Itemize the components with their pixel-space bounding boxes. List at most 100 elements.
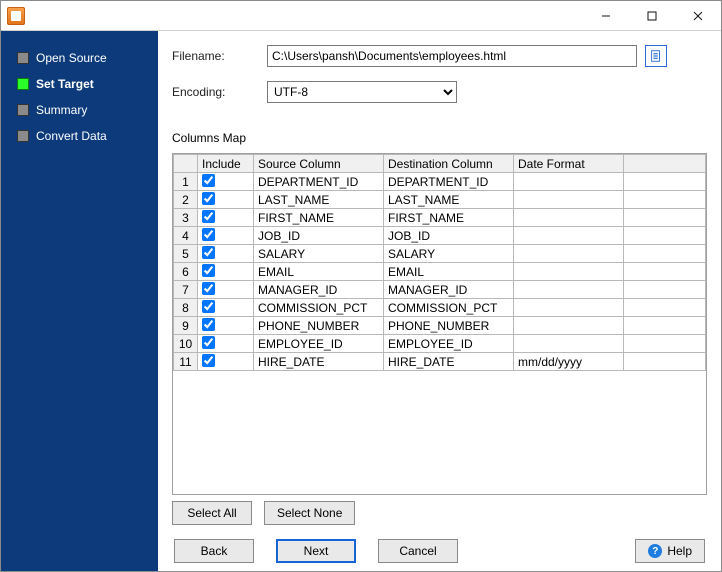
padding-cell — [624, 299, 706, 317]
date-format-cell[interactable] — [514, 227, 624, 245]
include-checkbox[interactable] — [202, 246, 215, 259]
include-checkbox[interactable] — [202, 354, 215, 367]
source-column-cell[interactable]: SALARY — [254, 245, 384, 263]
close-button[interactable] — [675, 1, 721, 30]
row-number: 9 — [174, 317, 198, 335]
sidebar-item-convert-data[interactable]: Convert Data — [1, 123, 158, 149]
table-row[interactable]: 5SALARYSALARY — [174, 245, 706, 263]
source-column-cell[interactable]: FIRST_NAME — [254, 209, 384, 227]
sidebar-item-label: Convert Data — [36, 129, 107, 143]
date-format-cell[interactable] — [514, 317, 624, 335]
table-row[interactable]: 10 EMPLOYEE_IDEMPLOYEE_ID — [174, 335, 706, 353]
include-cell — [198, 263, 254, 281]
main-panel: Filename: Encoding: UTF-8 — [158, 31, 721, 571]
table-row[interactable]: 8COMMISSION_PCTCOMMISSION_PCT — [174, 299, 706, 317]
include-cell — [198, 209, 254, 227]
source-column-cell[interactable]: EMAIL — [254, 263, 384, 281]
date-format-cell[interactable] — [514, 299, 624, 317]
source-column-cell[interactable]: HIRE_DATE — [254, 353, 384, 371]
grid-header-include[interactable]: Include — [198, 155, 254, 173]
sidebar-item-open-source[interactable]: Open Source — [1, 45, 158, 71]
source-column-cell[interactable]: PHONE_NUMBER — [254, 317, 384, 335]
include-checkbox[interactable] — [202, 264, 215, 277]
help-button[interactable]: ? Help — [635, 539, 705, 563]
date-format-cell[interactable]: mm/dd/yyyy — [514, 353, 624, 371]
help-label: Help — [667, 544, 692, 558]
table-row[interactable]: 7MANAGER_IDMANAGER_ID — [174, 281, 706, 299]
source-column-cell[interactable]: COMMISSION_PCT — [254, 299, 384, 317]
include-checkbox[interactable] — [202, 210, 215, 223]
columns-map-grid[interactable]: Include Source Column Destination Column… — [172, 153, 707, 495]
source-column-cell[interactable]: JOB_ID — [254, 227, 384, 245]
maximize-button[interactable] — [629, 1, 675, 30]
table-row[interactable]: 9 PHONE_NUMBERPHONE_NUMBER — [174, 317, 706, 335]
sidebar-item-set-target[interactable]: Set Target — [1, 71, 158, 97]
destination-column-cell[interactable]: JOB_ID — [384, 227, 514, 245]
date-format-cell[interactable] — [514, 209, 624, 227]
table-row[interactable]: 4JOB_IDJOB_ID — [174, 227, 706, 245]
destination-column-cell[interactable]: MANAGER_ID — [384, 281, 514, 299]
include-cell — [198, 227, 254, 245]
destination-column-cell[interactable]: DEPARTMENT_ID — [384, 173, 514, 191]
destination-column-cell[interactable]: SALARY — [384, 245, 514, 263]
encoding-select[interactable]: UTF-8 — [267, 81, 457, 103]
include-checkbox[interactable] — [202, 318, 215, 331]
window-controls — [583, 1, 721, 30]
destination-column-cell[interactable]: HIRE_DATE — [384, 353, 514, 371]
include-checkbox[interactable] — [202, 228, 215, 241]
source-column-cell[interactable]: LAST_NAME — [254, 191, 384, 209]
date-format-cell[interactable] — [514, 173, 624, 191]
date-format-cell[interactable] — [514, 191, 624, 209]
date-format-cell[interactable] — [514, 335, 624, 353]
titlebar — [1, 1, 721, 31]
sidebar-item-label: Summary — [36, 103, 87, 117]
date-format-cell[interactable] — [514, 263, 624, 281]
browse-button[interactable] — [645, 45, 667, 67]
padding-cell — [624, 209, 706, 227]
include-checkbox[interactable] — [202, 174, 215, 187]
back-button[interactable]: Back — [174, 539, 254, 563]
cancel-button[interactable]: Cancel — [378, 539, 458, 563]
include-checkbox[interactable] — [202, 282, 215, 295]
destination-column-cell[interactable]: LAST_NAME — [384, 191, 514, 209]
columns-map-label: Columns Map — [172, 131, 707, 145]
destination-column-cell[interactable]: EMPLOYEE_ID — [384, 335, 514, 353]
table-row[interactable]: 11HIRE_DATEHIRE_DATEmm/dd/yyyy — [174, 353, 706, 371]
include-cell — [198, 299, 254, 317]
table-row[interactable]: 2LAST_NAMELAST_NAME — [174, 191, 706, 209]
destination-column-cell[interactable]: EMAIL — [384, 263, 514, 281]
table-row[interactable]: 3FIRST_NAMEFIRST_NAME — [174, 209, 706, 227]
filename-label: Filename: — [172, 49, 267, 63]
source-column-cell[interactable]: EMPLOYEE_ID — [254, 335, 384, 353]
padding-cell — [624, 263, 706, 281]
padding-cell — [624, 245, 706, 263]
sidebar-item-summary[interactable]: Summary — [1, 97, 158, 123]
source-column-cell[interactable]: DEPARTMENT_ID — [254, 173, 384, 191]
grid-header-format[interactable]: Date Format — [514, 155, 624, 173]
file-icon — [649, 49, 663, 63]
padding-cell — [624, 281, 706, 299]
destination-column-cell[interactable]: COMMISSION_PCT — [384, 299, 514, 317]
wizard-steps-sidebar: Open SourceSet Target Summary Convert Data — [1, 31, 158, 571]
minimize-button[interactable] — [583, 1, 629, 30]
include-checkbox[interactable] — [202, 300, 215, 313]
grid-header-dest[interactable]: Destination Column — [384, 155, 514, 173]
date-format-cell[interactable] — [514, 245, 624, 263]
table-row[interactable]: 6EMAILEMAIL — [174, 263, 706, 281]
select-all-button[interactable]: Select All — [172, 501, 252, 525]
grid-header-source[interactable]: Source Column — [254, 155, 384, 173]
next-button[interactable]: Next — [276, 539, 356, 563]
filename-input[interactable] — [267, 45, 637, 67]
select-none-button[interactable]: Select None — [264, 501, 355, 525]
padding-cell — [624, 191, 706, 209]
destination-column-cell[interactable]: PHONE_NUMBER — [384, 317, 514, 335]
include-checkbox[interactable] — [202, 192, 215, 205]
row-number: 10 — [174, 335, 198, 353]
date-format-cell[interactable] — [514, 281, 624, 299]
source-column-cell[interactable]: MANAGER_ID — [254, 281, 384, 299]
table-row[interactable]: 1DEPARTMENT_IDDEPARTMENT_ID — [174, 173, 706, 191]
include-checkbox[interactable] — [202, 336, 215, 349]
wizard-window: Open SourceSet Target Summary Convert Data… — [0, 0, 722, 572]
destination-column-cell[interactable]: FIRST_NAME — [384, 209, 514, 227]
padding-cell — [624, 335, 706, 353]
